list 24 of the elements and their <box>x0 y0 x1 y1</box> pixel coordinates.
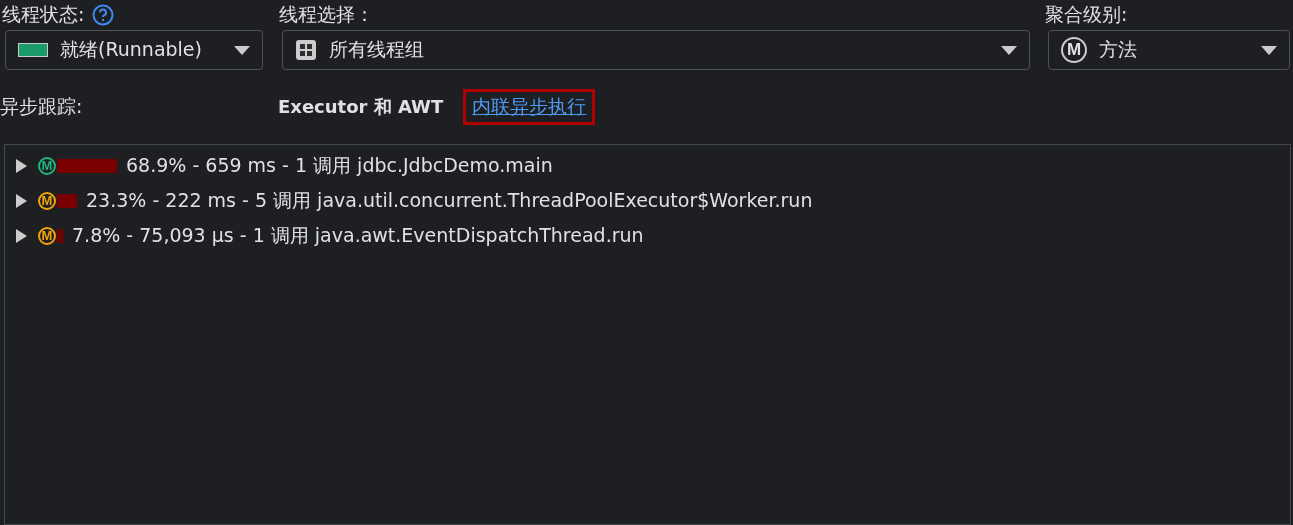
filter-label: 线程状态: <box>2 2 85 27</box>
async-mode-text: Executor 和 AWT <box>278 95 444 119</box>
method-icon: M <box>1061 37 1087 63</box>
dropdown[interactable]: M 方法 <box>1048 30 1290 70</box>
expand-arrow-icon[interactable] <box>15 193 27 208</box>
filter-label: 聚合级别: <box>1045 2 1128 27</box>
help-icon[interactable] <box>92 4 115 26</box>
time-bar <box>57 193 77 208</box>
dropdown[interactable]: 就绪(Runnable) <box>5 30 263 70</box>
call-tree-item[interactable]: 7.8% - 75,093 µs - 1 调用 java.awt.EventDispatchThread.run <box>72 222 644 249</box>
caret-icon <box>234 45 250 55</box>
call-tree-item[interactable]: 23.3% - 222 ms - 5 调用 java.util.concurrent.ThreadPoolExecutor$Worker.run <box>86 187 813 214</box>
time-bar <box>57 228 63 243</box>
expand-arrow-icon[interactable] <box>15 158 27 173</box>
dropdown[interactable]: 所有线程组 <box>281 30 1030 70</box>
caret-icon <box>1261 45 1277 55</box>
call-tree-item[interactable]: 68.9% - 659 ms - 1 调用 jdbc.JdbcDemo.main <box>126 152 553 179</box>
expand-arrow-icon[interactable] <box>15 228 27 243</box>
time-bar <box>57 158 117 173</box>
grid-icon <box>294 39 317 61</box>
async-label: 异步跟踪: <box>0 94 84 119</box>
inline-async-link[interactable]: 内联异步执行 <box>463 89 596 125</box>
filter-label: 线程选择： <box>278 2 374 27</box>
caret-icon <box>1000 45 1017 55</box>
